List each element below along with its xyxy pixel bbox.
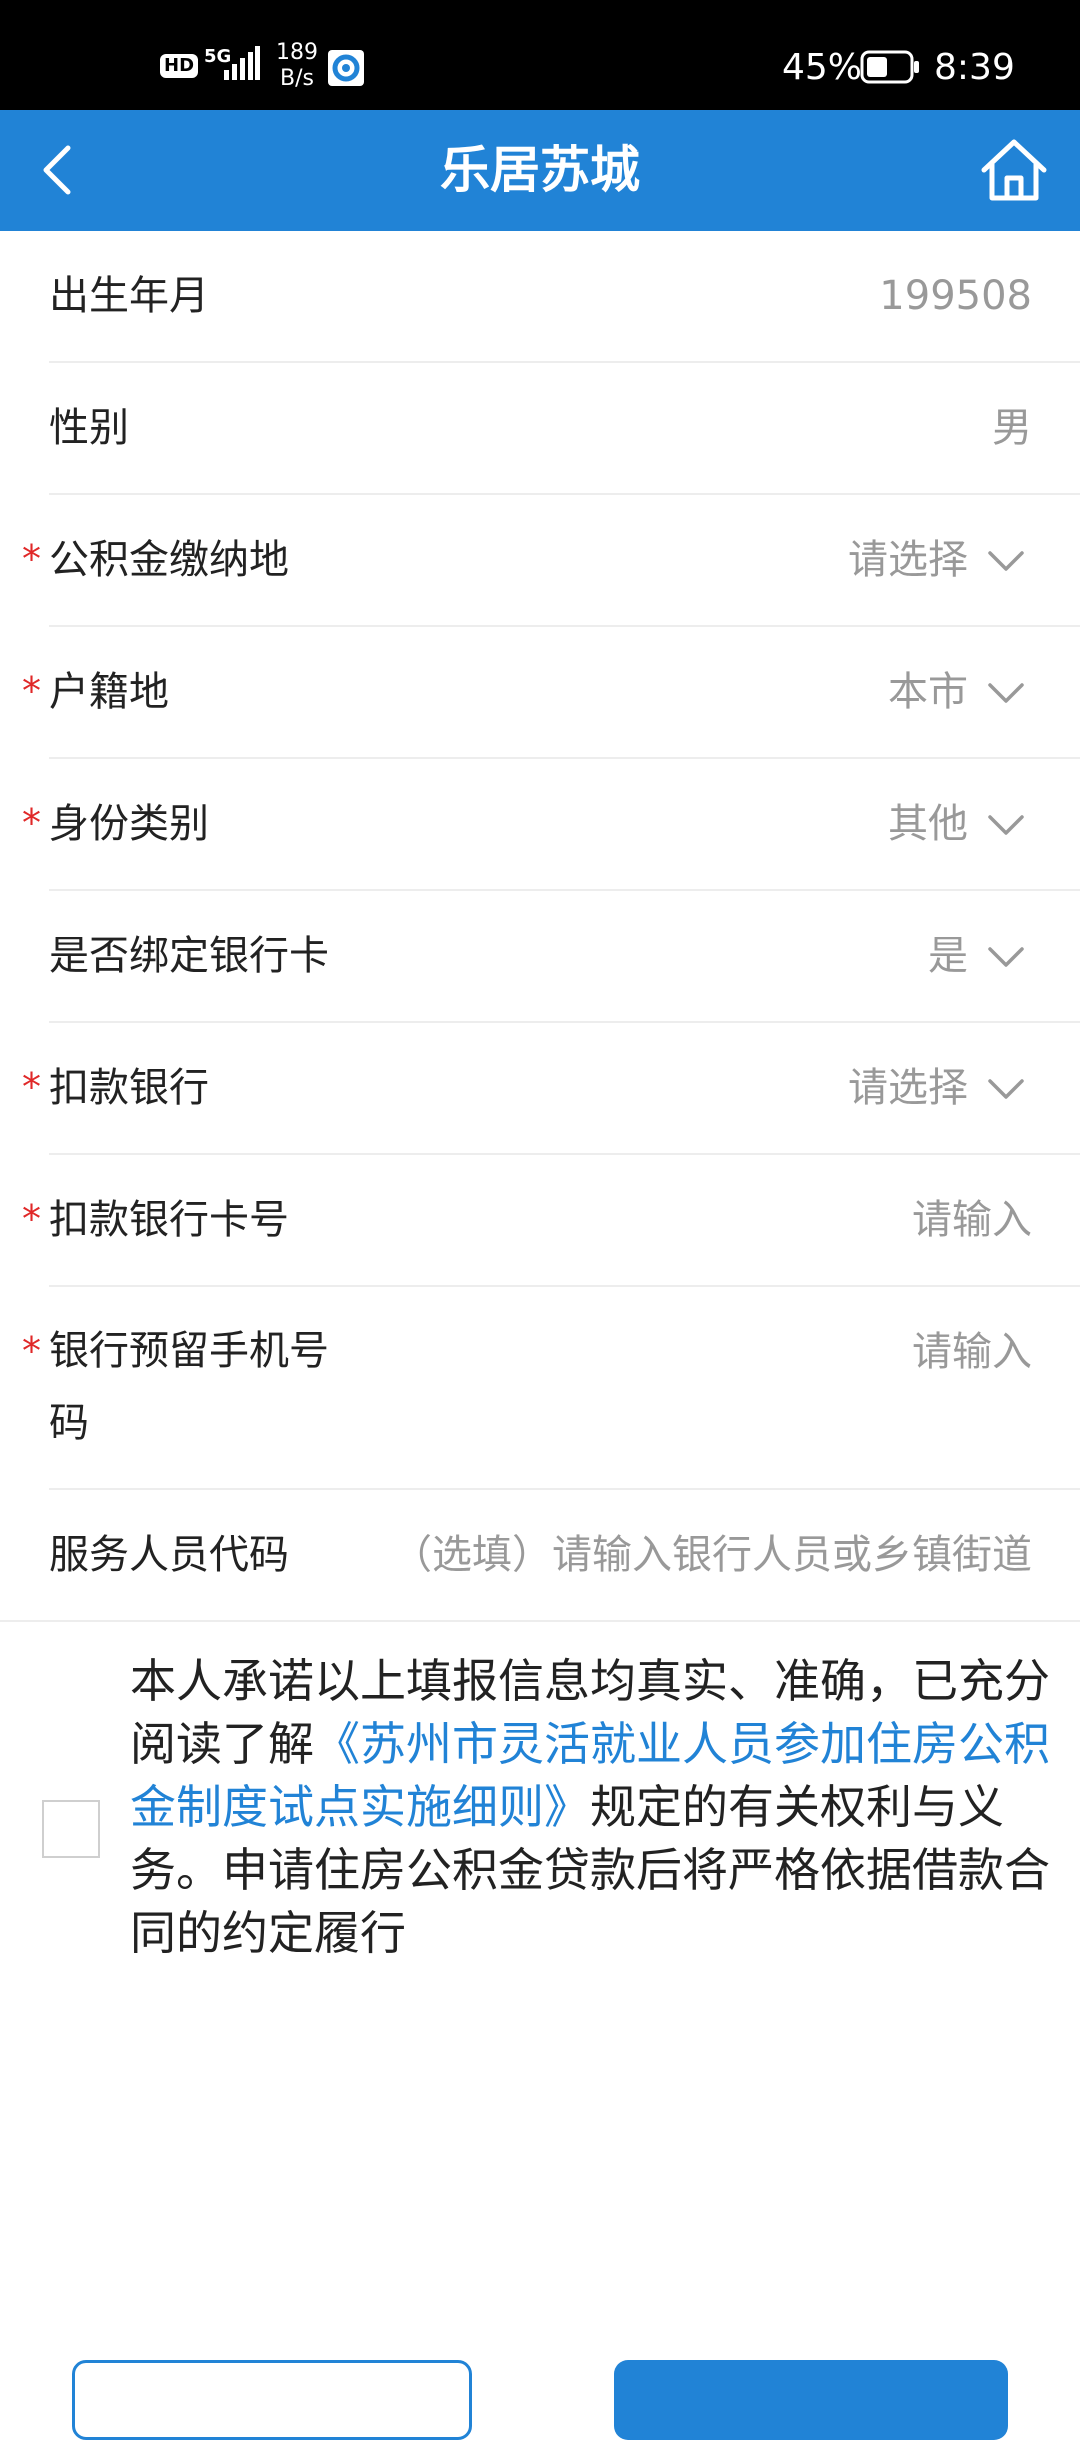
chevron-down-icon[interactable] — [986, 547, 1026, 575]
chevron-down-icon[interactable] — [986, 811, 1026, 839]
field-label: 公积金缴纳地 — [49, 537, 289, 583]
card-number-input[interactable]: 请输入 — [912, 1193, 1032, 1247]
field-label: 扣款银行 — [49, 1065, 209, 1111]
secondary-button[interactable] — [72, 2360, 472, 2440]
reserved-phone-input[interactable]: 请输入 — [912, 1325, 1032, 1379]
chevron-left-icon[interactable] — [30, 140, 90, 200]
form-row-bind-card[interactable]: 是否绑定银行卡 是 — [0, 891, 1080, 1023]
chevron-down-icon[interactable] — [986, 943, 1026, 971]
battery-percent: 45% — [782, 47, 863, 88]
required-marker: * — [22, 1065, 41, 1109]
form-row-identity-type[interactable]: * 身份类别 其他 — [0, 759, 1080, 891]
application-form: 出生年月 199508 性别 男 * 公积金缴纳地 请选择 * 户籍地 本市 *… — [0, 231, 1080, 1622]
required-marker: * — [22, 1329, 41, 1373]
household-select[interactable]: 本市 — [888, 665, 968, 719]
consent-text: 本人承诺以上填报信息均真实、准确，已充分阅读了解《苏州市灵活就业人员参加住房公积… — [130, 1650, 1050, 1965]
status-bar: HD 5G 189 B/s 45% 8:39 — [0, 0, 1080, 110]
hd-badge: HD — [160, 54, 199, 78]
form-row-household[interactable]: * 户籍地 本市 — [0, 627, 1080, 759]
field-label: 出生年月 — [49, 273, 209, 319]
form-row-reserved-phone[interactable]: * 银行预留手机号码 请输入 — [0, 1287, 1080, 1490]
field-label: 服务人员代码 — [49, 1532, 289, 1578]
required-marker: * — [22, 537, 41, 581]
bind-card-select[interactable]: 是 — [928, 929, 968, 983]
field-label: 身份类别 — [49, 801, 209, 847]
required-marker: * — [22, 801, 41, 845]
primary-button[interactable] — [614, 2360, 1008, 2440]
required-marker: * — [22, 1197, 41, 1241]
app-notification-icon — [328, 50, 364, 86]
battery-icon — [860, 50, 919, 84]
clock: 8:39 — [934, 47, 1015, 88]
consent-checkbox[interactable] — [42, 1800, 100, 1858]
signal-icon — [224, 46, 260, 80]
field-label: 银行预留手机号码 — [49, 1328, 329, 1446]
form-row-birth-month: 出生年月 199508 — [0, 231, 1080, 363]
chevron-down-icon[interactable] — [986, 1075, 1026, 1103]
rate-value: 189 — [276, 40, 318, 65]
form-row-gender: 性别 男 — [0, 363, 1080, 495]
service-code-input[interactable]: （选填）请输入银行人员或乡镇街道 — [372, 1528, 1032, 1582]
fund-location-select[interactable]: 请选择 — [848, 533, 968, 587]
form-row-service-code[interactable]: 服务人员代码 （选填）请输入银行人员或乡镇街道 — [0, 1490, 1080, 1622]
identity-type-select[interactable]: 其他 — [888, 797, 968, 851]
field-label: 户籍地 — [49, 669, 169, 715]
chevron-down-icon[interactable] — [986, 679, 1026, 707]
birth-month-value: 199508 — [879, 273, 1032, 319]
page-title: 乐居苏城 — [440, 141, 640, 199]
gender-value: 男 — [992, 405, 1032, 451]
debit-bank-select[interactable]: 请选择 — [848, 1061, 968, 1115]
rate-unit: B/s — [280, 66, 314, 91]
form-row-fund-location[interactable]: * 公积金缴纳地 请选择 — [0, 495, 1080, 627]
form-row-debit-bank[interactable]: * 扣款银行 请选择 — [0, 1023, 1080, 1155]
field-label: 性别 — [49, 405, 129, 451]
field-label: 是否绑定银行卡 — [49, 933, 329, 979]
network-rate: 189 B/s — [276, 40, 318, 92]
home-icon[interactable] — [980, 138, 1048, 202]
app-bar: 乐居苏城 — [0, 110, 1080, 231]
form-row-card-number[interactable]: * 扣款银行卡号 请输入 — [0, 1155, 1080, 1287]
required-marker: * — [22, 669, 41, 713]
field-label: 扣款银行卡号 — [49, 1197, 289, 1243]
